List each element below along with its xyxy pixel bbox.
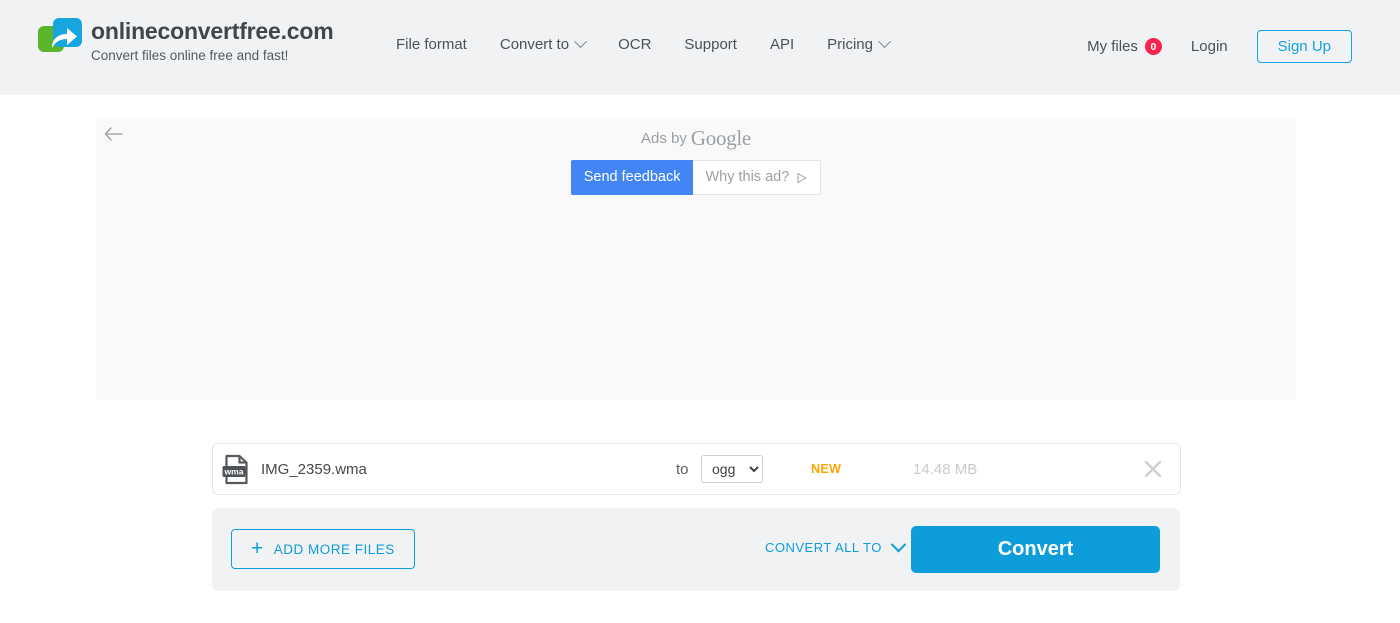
site-header: onlineconvertfree.com Convert files onli…	[0, 0, 1400, 95]
nav-item-file-format[interactable]: File format	[396, 36, 467, 53]
my-files-count-badge: 0	[1144, 38, 1162, 55]
sign-up-button[interactable]: Sign Up	[1256, 30, 1352, 63]
file-size-label: 14.48 MB	[913, 460, 978, 478]
plus-icon: +	[251, 536, 264, 560]
nav-label: Pricing	[827, 36, 873, 53]
nav-label: Convert to	[499, 36, 570, 53]
to-label: to	[676, 460, 689, 478]
convert-button[interactable]: Convert	[911, 526, 1160, 573]
chevron-down-icon	[878, 35, 891, 49]
add-more-files-button[interactable]: + ADD MORE FILES	[231, 529, 415, 569]
info-triangle-icon	[797, 172, 807, 183]
brand-logo-link[interactable]: onlineconvertfree.com Convert files onli…	[38, 18, 334, 66]
file-extension-label: wma	[223, 466, 243, 476]
convert-all-to-label: CONVERT ALL TO	[765, 540, 882, 555]
nav-label: File format	[396, 36, 467, 53]
main-navigation: File format Convert to OCR Support API P…	[396, 35, 891, 53]
brand-title: onlineconvertfree.com	[91, 18, 334, 44]
why-this-ad-label: Why this ad?	[705, 169, 790, 185]
convert-all-to-dropdown[interactable]: CONVERT ALL TO	[765, 536, 907, 555]
google-wordmark: Google	[690, 126, 751, 150]
chevron-down-icon	[574, 35, 587, 49]
nav-item-ocr[interactable]: OCR	[618, 36, 651, 53]
ads-by-prefix: Ads by	[641, 130, 687, 147]
brand-tagline: Convert files online free and fast!	[91, 48, 289, 63]
file-row: wma IMG_2359.wma to oggmp3wavflacaacm4aw…	[212, 443, 1181, 495]
nav-label: OCR	[618, 36, 652, 53]
nav-item-api[interactable]: API	[770, 36, 794, 53]
my-files-label: My files	[1087, 38, 1138, 55]
nav-item-support[interactable]: Support	[684, 36, 737, 53]
why-this-ad-button[interactable]: Why this ad?	[693, 160, 822, 195]
close-x-icon[interactable]	[1142, 458, 1164, 480]
convert-arrow-logo-icon	[38, 18, 82, 56]
send-feedback-button[interactable]: Send feedback	[570, 160, 694, 195]
ads-by-google-label: Ads by Google	[96, 126, 1296, 151]
add-more-files-label: ADD MORE FILES	[273, 541, 395, 557]
chevron-down-icon	[890, 536, 907, 553]
nav-item-pricing[interactable]: Pricing	[827, 35, 891, 53]
logo-arrow-glyph	[52, 28, 77, 48]
login-link[interactable]: Login	[1191, 38, 1228, 55]
target-format-select[interactable]: oggmp3wavflacaacm4awma	[701, 455, 763, 483]
conversion-action-bar: + ADD MORE FILES CONVERT ALL TO Convert	[212, 508, 1180, 591]
ad-controls: Send feedback Why this ad?	[96, 160, 1296, 195]
nav-label: API	[769, 36, 795, 53]
file-name-label: IMG_2359.wma	[261, 460, 367, 478]
nav-label: Support	[684, 36, 737, 53]
my-files-link[interactable]: My files 0	[1087, 38, 1162, 55]
header-user-actions: My files 0 Login Sign Up	[1087, 30, 1352, 63]
advertisement-panel: Ads by Google Send feedback Why this ad?	[96, 118, 1296, 400]
nav-item-convert-to[interactable]: Convert to	[499, 35, 587, 53]
wma-file-icon: wma	[222, 454, 251, 485]
new-format-badge: NEW	[811, 462, 842, 476]
